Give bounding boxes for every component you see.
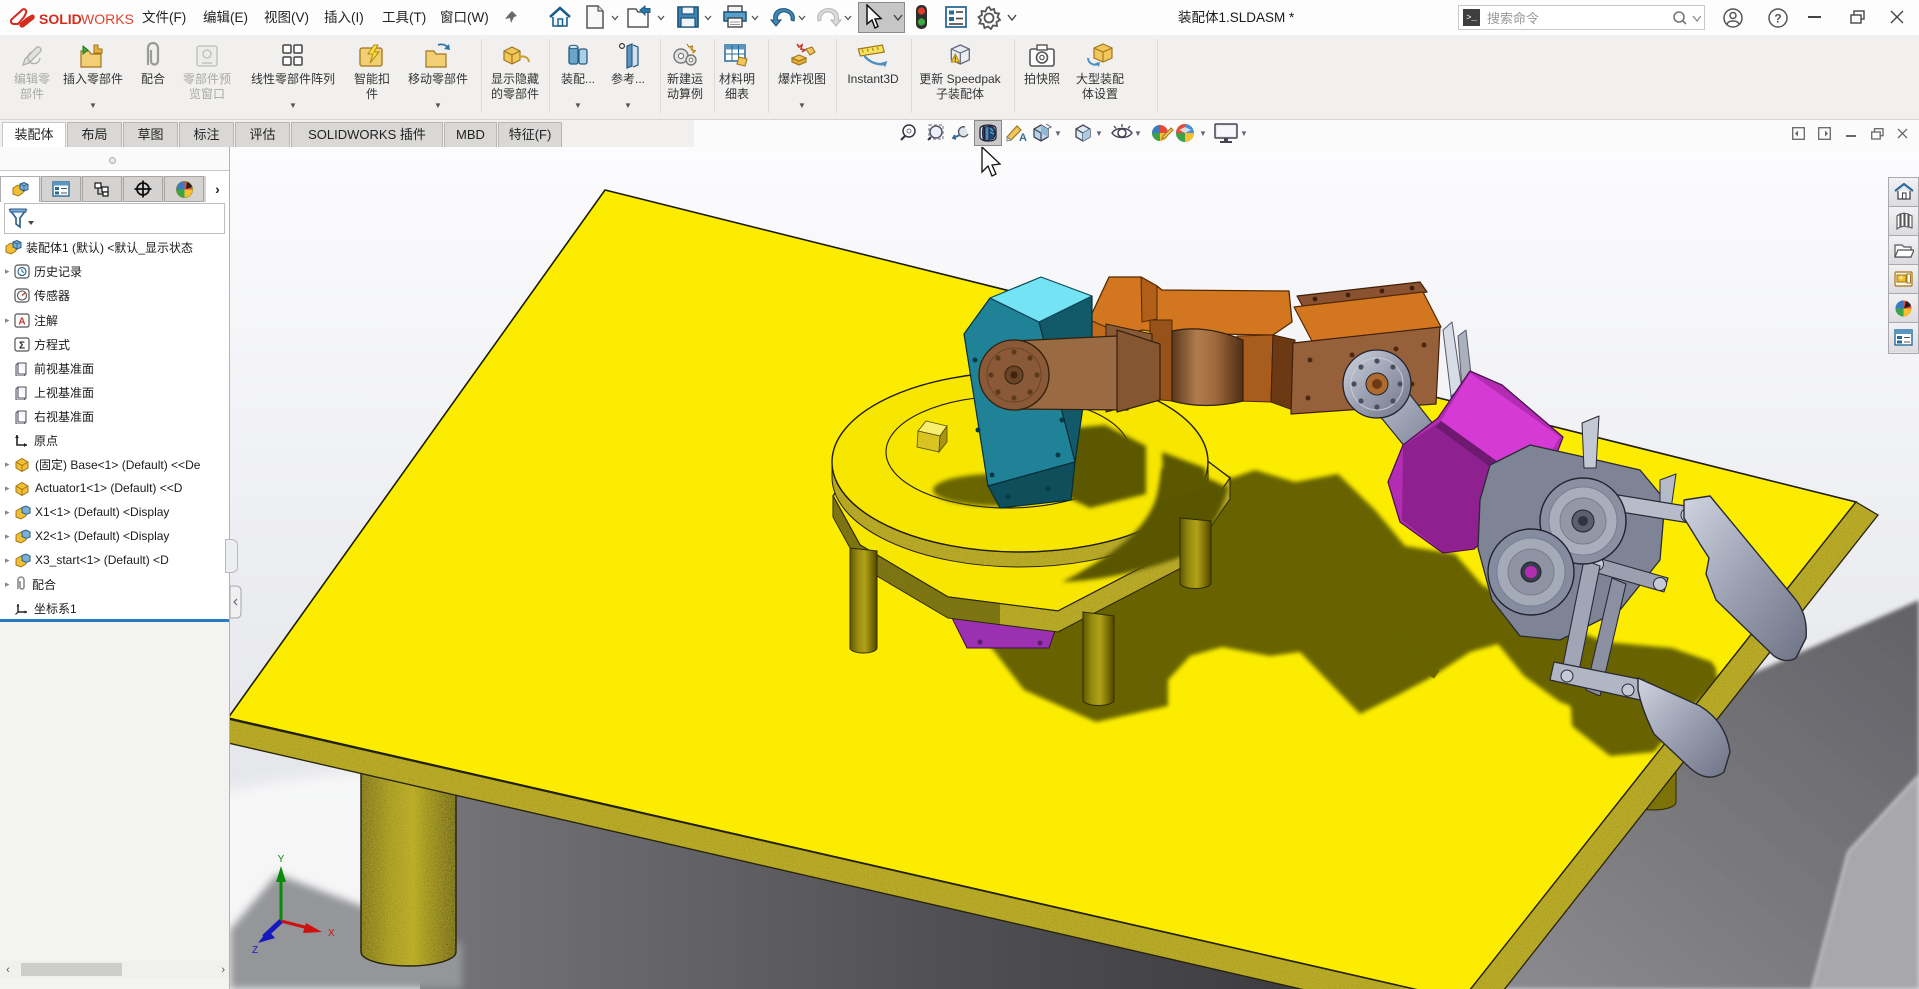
svg-text:X: X — [328, 928, 335, 939]
svg-text:?: ? — [1774, 12, 1781, 26]
svg-text:!: ! — [954, 57, 956, 64]
svg-text:SOLID: SOLID — [39, 11, 82, 27]
svg-text:A: A — [1019, 132, 1027, 143]
svg-text:A: A — [18, 316, 25, 327]
svg-text:Σ: Σ — [19, 340, 25, 351]
svg-text:Y: Y — [278, 854, 285, 865]
svg-text:WORKS: WORKS — [81, 11, 134, 27]
svg-text:Z: Z — [252, 945, 258, 956]
